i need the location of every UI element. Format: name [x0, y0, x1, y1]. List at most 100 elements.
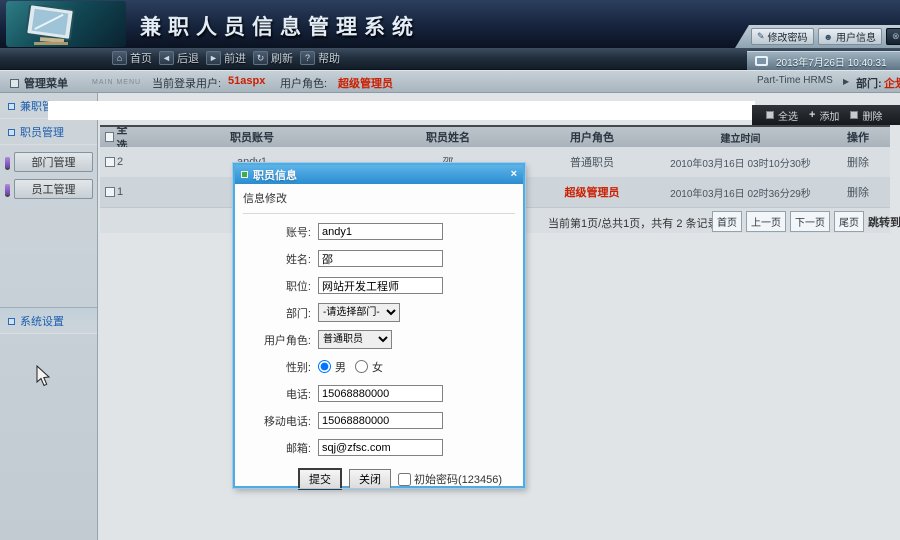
- header-button-strip: ✎ 修改密码 ☻ 用户信息 ⊗ 退出系统: [735, 25, 900, 48]
- last-page-button[interactable]: 尾页: [834, 211, 864, 232]
- datetime-text: 2013年7月26日 10:40:31: [776, 54, 887, 69]
- phone-field[interactable]: [318, 385, 443, 402]
- dialog-title: 职员信息: [253, 167, 506, 183]
- nav-back[interactable]: ◄ 后退: [159, 50, 199, 66]
- select-all-checkbox[interactable]: [105, 132, 114, 142]
- pencil-icon: ✎: [757, 31, 765, 42]
- app-window: 兼职人员信息管理系统 ✎ 修改密码 ☻ 用户信息 ⊗ 退出系统 ⌂ 首页 ◄: [0, 0, 900, 540]
- dept-mgmt-button[interactable]: 部门管理: [14, 152, 93, 172]
- cell-created: 2010年03月16日 02时36分29秒: [655, 177, 826, 207]
- sidebar-item-staff-mgmt[interactable]: 职员管理: [0, 119, 97, 145]
- bullet-square-icon: [8, 129, 15, 136]
- menu-subtitle: MAIN MENU: [92, 79, 141, 86]
- app-logo: [6, 1, 126, 47]
- row-checkbox[interactable]: [105, 157, 115, 167]
- triangle-icon: ▶: [843, 77, 849, 86]
- first-page-button[interactable]: 首页: [712, 211, 742, 232]
- nav-menu: ⌂ 首页 ◄ 后退 ► 前进 ↻ 刷新 ? 帮助: [112, 50, 340, 66]
- logout-button[interactable]: ⊗ 退出系统: [886, 28, 900, 45]
- employee-mgmt-button[interactable]: 员工管理: [14, 179, 93, 199]
- col-role: 用户角色: [529, 127, 655, 147]
- home-icon: ⌂: [112, 51, 127, 65]
- monitor-icon: [755, 56, 768, 66]
- select-all-action[interactable]: 全选: [766, 108, 798, 123]
- white-overlay-band: [48, 101, 755, 120]
- email-label: 邮箱:: [243, 440, 318, 456]
- nav-help[interactable]: ? 帮助: [300, 50, 340, 66]
- menu-icon: [10, 79, 19, 88]
- email-field[interactable]: [318, 439, 443, 456]
- computer-monitor-icon: [20, 5, 110, 45]
- init-password-label: 初始密码(123456): [414, 471, 502, 487]
- sidebar-item-system-settings[interactable]: 系统设置: [0, 307, 97, 334]
- sidebar: 兼职管理 职员管理 部门管理 员工管理 系统设置: [0, 93, 98, 540]
- name-field[interactable]: [318, 250, 443, 267]
- add-action[interactable]: + 添加: [809, 108, 839, 123]
- pin-icon: [5, 157, 10, 168]
- account-label: 账号:: [243, 224, 318, 240]
- user-icon: ☻: [824, 32, 833, 42]
- init-password-checkbox[interactable]: [398, 473, 411, 486]
- plus-icon: +: [809, 109, 815, 121]
- delete-action[interactable]: 删除: [850, 108, 882, 123]
- position-label: 职位:: [243, 278, 318, 294]
- row-checkbox[interactable]: [105, 187, 115, 197]
- col-operation: 操作: [826, 127, 890, 147]
- nav-forward[interactable]: ► 前进: [206, 50, 246, 66]
- admin-menu-label: 管理菜单: [10, 75, 68, 91]
- gender-female-radio[interactable]: [355, 360, 368, 373]
- staff-info-dialog: 职员信息 × 信息修改 账号: 姓名: 职位: 部门: -请选择部门-: [233, 163, 525, 488]
- close-button[interactable]: 关闭: [349, 469, 391, 489]
- bullet-square-icon: [8, 103, 15, 110]
- mobile-field[interactable]: [318, 412, 443, 429]
- change-password-button[interactable]: ✎ 修改密码: [751, 28, 814, 45]
- dialog-green-icon: [241, 171, 248, 178]
- checkbox-icon: [766, 111, 774, 119]
- mobile-label: 移动电话:: [243, 413, 318, 429]
- delete-box-icon: [850, 111, 858, 119]
- name-label: 姓名:: [243, 251, 318, 267]
- power-icon: ⊗: [892, 31, 900, 42]
- table-toolbar: 全选 + 添加 删除: [752, 105, 900, 125]
- cell-role: 超级管理员: [529, 177, 655, 207]
- dept-value: 企划部: [884, 75, 900, 91]
- dept-select-label: 部门:: [243, 305, 318, 321]
- jump-label: 跳转到第: [868, 214, 900, 230]
- current-user-value: 51aspx: [228, 75, 265, 87]
- col-name: 职员姓名: [367, 127, 529, 147]
- current-user-label: 当前登录用户:: [152, 75, 221, 91]
- nav-home[interactable]: ⌂ 首页: [112, 50, 152, 66]
- dialog-title-bar[interactable]: 职员信息 ×: [235, 165, 523, 184]
- phone-label: 电话:: [243, 386, 318, 402]
- role-select-label: 用户角色:: [243, 332, 318, 348]
- help-icon: ?: [300, 51, 315, 65]
- close-icon[interactable]: ×: [511, 169, 517, 180]
- role-select[interactable]: 普通职员: [318, 330, 392, 349]
- dialog-section-title: 信息修改: [243, 190, 515, 214]
- gender-male-radio[interactable]: [318, 360, 331, 373]
- dept-select[interactable]: -请选择部门-: [318, 303, 400, 322]
- delete-link[interactable]: 删除: [826, 177, 890, 207]
- next-page-button[interactable]: 下一页: [790, 211, 830, 232]
- datetime-strip: 2013年7月26日 10:40:31: [747, 51, 900, 70]
- nav-refresh[interactable]: ↻ 刷新: [253, 50, 293, 66]
- col-account: 职员账号: [137, 127, 367, 147]
- account-field[interactable]: [318, 223, 443, 240]
- position-field[interactable]: [318, 277, 443, 294]
- brand-text: Part-Time HRMS: [757, 75, 833, 86]
- back-arrow-icon: ◄: [159, 51, 174, 65]
- pin-icon: [5, 184, 10, 195]
- bullet-square-icon: [8, 318, 15, 325]
- delete-link[interactable]: 删除: [826, 147, 890, 177]
- user-info-button[interactable]: ☻ 用户信息: [818, 28, 882, 45]
- dept-label: 部门:: [856, 78, 882, 90]
- col-created: 建立时间: [655, 127, 826, 147]
- table-header-row: 全选 职员账号 职员姓名 用户角色 建立时间 操作: [100, 125, 890, 147]
- gender-label: 性别:: [243, 359, 318, 375]
- mouse-cursor: [36, 365, 52, 387]
- refresh-icon: ↻: [253, 51, 268, 65]
- user-role-value: 超级管理员: [338, 75, 393, 91]
- prev-page-button[interactable]: 上一页: [746, 211, 786, 232]
- nav-bar: ⌂ 首页 ◄ 后退 ► 前进 ↻ 刷新 ? 帮助 2013年7月26日 10:4…: [0, 48, 900, 70]
- submit-button[interactable]: 提交: [298, 468, 342, 490]
